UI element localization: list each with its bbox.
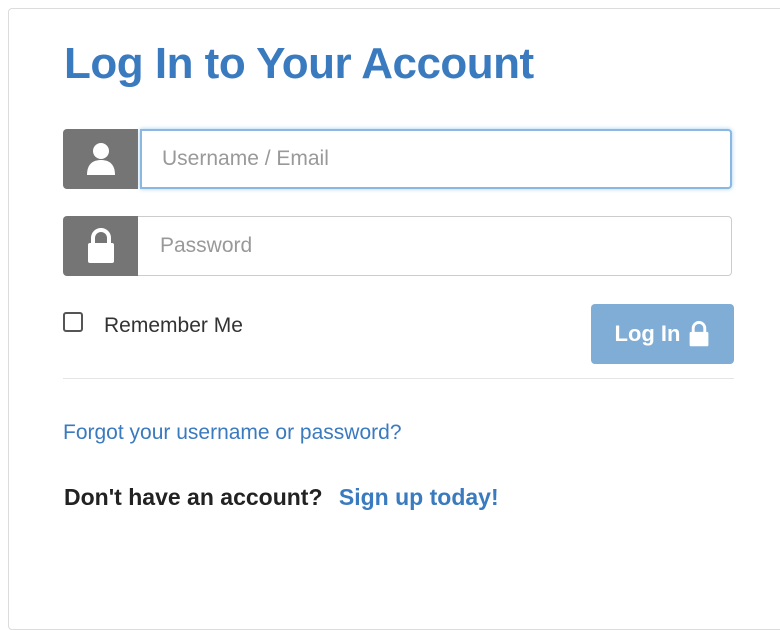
lock-icon — [87, 228, 114, 263]
login-button-label: Log In — [614, 321, 681, 346]
login-button[interactable]: Log In — [591, 304, 734, 364]
remember-me-checkbox[interactable] — [63, 312, 83, 332]
remember-me[interactable]: Remember Me — [63, 310, 243, 337]
forgot-credentials-link[interactable]: Forgot your username or password? — [63, 421, 402, 445]
divider — [63, 378, 734, 379]
username-input-group — [63, 129, 732, 189]
page-title: Log In to Your Account — [64, 39, 534, 88]
username-addon — [63, 129, 138, 189]
signup-link[interactable]: Sign up today! — [339, 484, 499, 510]
user-icon — [86, 143, 115, 175]
signup-prompt: Don't have an account? Sign up today! — [64, 484, 499, 511]
password-addon — [63, 216, 138, 276]
password-input[interactable] — [138, 216, 732, 276]
username-input[interactable] — [140, 129, 732, 189]
remember-me-label: Remember Me — [104, 314, 243, 337]
no-account-text: Don't have an account? — [64, 484, 323, 510]
lock-icon — [690, 321, 709, 347]
password-input-group — [63, 216, 732, 276]
